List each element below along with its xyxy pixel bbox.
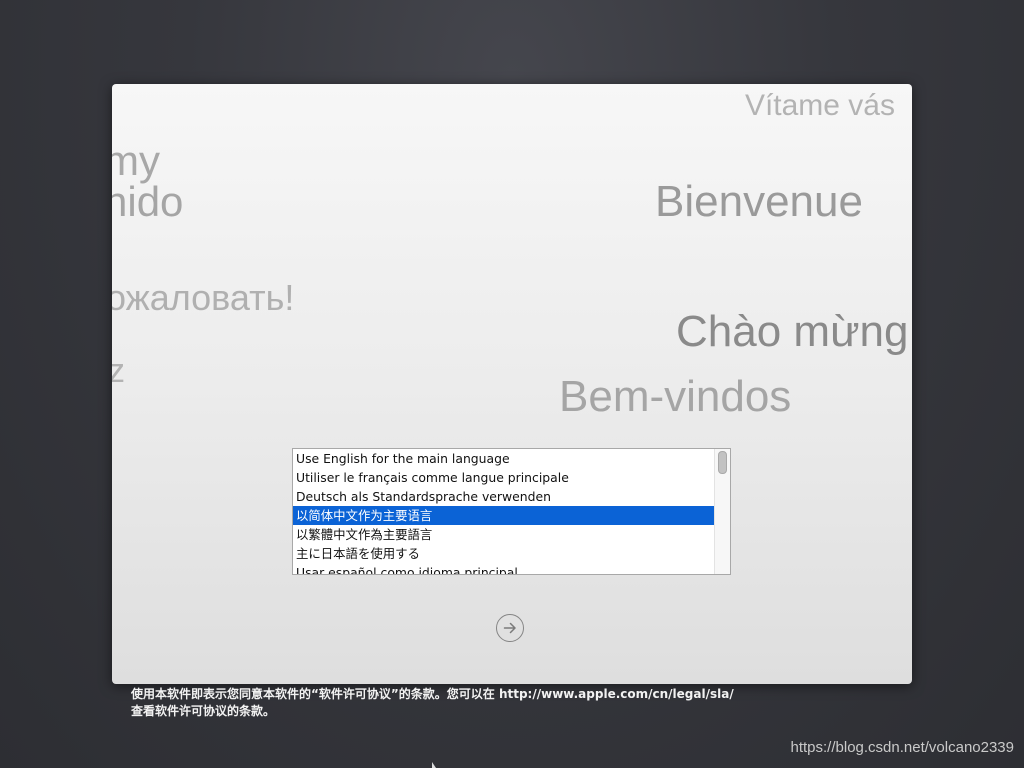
greeting-text: Vítame vás [744,89,895,122]
language-option-japanese[interactable]: 主に日本語を使用する [293,544,715,563]
language-option-spanish[interactable]: Usar español como idioma principal [293,563,715,574]
language-option-french[interactable]: Utiliser le français comme langue princi… [293,468,715,487]
license-line-2: 查看软件许可协议的条款。 [131,704,276,718]
greeting-text: ожаловать! [112,277,295,318]
language-option-simplified-chinese[interactable]: 以简体中文作为主要语言 [293,506,715,525]
language-option-german[interactable]: Deutsch als Standardsprache verwenden [293,487,715,506]
scrollbar-thumb[interactable] [718,451,727,474]
watermark-url: https://blog.csdn.net/volcano2339 [790,739,1015,756]
greeting-text: z [112,352,125,390]
language-list: Use English for the main language Utilis… [293,449,715,574]
language-option-traditional-chinese[interactable]: 以繁體中文作為主要語言 [293,525,715,544]
language-listbox[interactable]: Use English for the main language Utilis… [292,448,731,575]
greeting-text: Chào mừng [676,307,909,356]
arrow-right-circle-icon [503,622,516,634]
mouse-cursor-icon [432,762,436,768]
language-option-english[interactable]: Use English for the main language [293,449,715,468]
license-line-1: 使用本软件即表示您同意本软件的“软件许可协议”的条款。您可以在 http://w… [131,687,734,701]
greeting-text: Bienvenue [655,177,863,226]
greeting-text: nido [112,178,184,225]
list-scrollbar[interactable] [714,449,730,574]
license-notice: 使用本软件即表示您同意本软件的“软件许可协议”的条款。您可以在 http://w… [131,686,831,720]
greeting-text: my [112,137,160,184]
setup-window: Vítame vás my nido Bienvenue ожаловать! … [112,84,912,684]
continue-button[interactable] [496,614,524,642]
greeting-text: Bem-vindos [559,372,792,421]
